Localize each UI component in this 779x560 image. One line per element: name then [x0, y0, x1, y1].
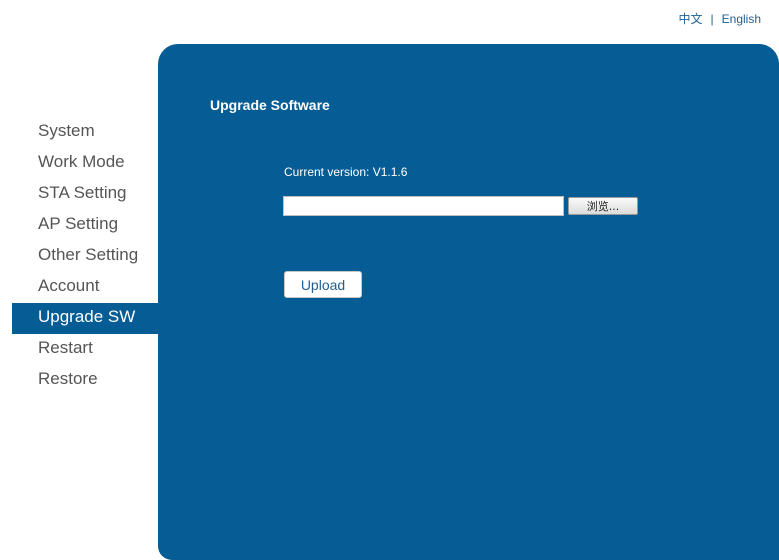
file-picker: 浏览...: [283, 196, 638, 216]
sidebar-item-system[interactable]: System: [12, 117, 158, 148]
sidebar-item-ap-setting[interactable]: AP Setting: [12, 210, 158, 241]
sidebar-item-account[interactable]: Account: [12, 272, 158, 303]
panel-title: Upgrade Software: [210, 97, 330, 113]
sidebar-item-restart[interactable]: Restart: [12, 334, 158, 365]
sidebar-item-sta-setting[interactable]: STA Setting: [12, 179, 158, 210]
sidebar-item-other-setting[interactable]: Other Setting: [12, 241, 158, 272]
language-english-link[interactable]: English: [722, 12, 761, 26]
sidebar-item-restore[interactable]: Restore: [12, 365, 158, 396]
current-version-text: Current version: V1.1.6: [284, 165, 408, 179]
language-switcher: 中文 | English: [679, 10, 762, 27]
file-path-input[interactable]: [283, 196, 564, 216]
language-separator: |: [710, 12, 714, 26]
sidebar-item-work-mode[interactable]: Work Mode: [12, 148, 158, 179]
upgrade-panel: Upgrade Software Current version: V1.1.6…: [158, 44, 779, 560]
sidebar-nav: System Work Mode STA Setting AP Setting …: [12, 117, 158, 396]
language-chinese-link[interactable]: 中文: [679, 12, 703, 26]
browse-button[interactable]: 浏览...: [568, 197, 638, 215]
sidebar-item-upgrade-sw[interactable]: Upgrade SW: [12, 303, 158, 334]
upload-button[interactable]: Upload: [284, 271, 362, 298]
